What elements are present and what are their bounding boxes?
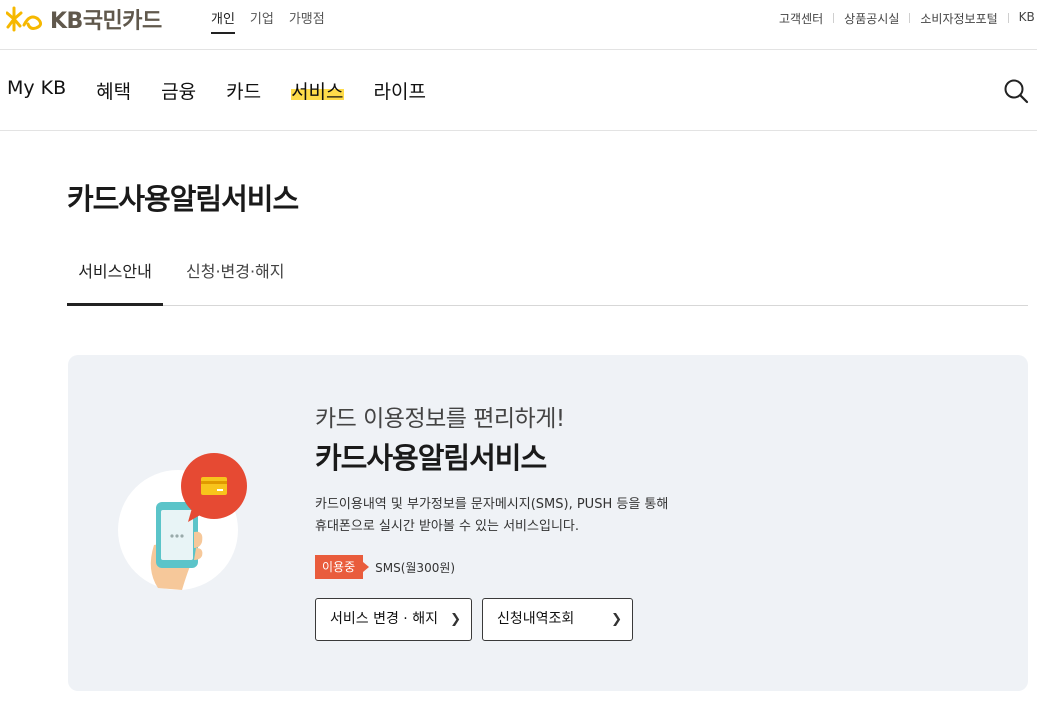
kb-logo[interactable]: KB국민카드 [6, 5, 162, 34]
card-description: 카드이용내역 및 부가정보를 문자메시지(SMS), PUSH 등을 통해 휴대… [315, 494, 668, 538]
gnb-item-benefits[interactable]: 혜택 [96, 77, 131, 104]
chevron-right-icon: ❯ [611, 612, 622, 627]
card-title: 카드사용알림서비스 [315, 441, 547, 475]
tab-apply-change-cancel[interactable]: 신청·변경·해지 [186, 261, 285, 306]
subscription-status: 이용중 SMS(월300원) [315, 555, 668, 579]
global-navigation: My KB 혜택 금융 카드 서비스 라이프 [0, 50, 1037, 131]
segment-tabs: 개인 기업 가맹점 [211, 8, 340, 34]
gnb-item-my-kb[interactable]: My KB [7, 77, 66, 104]
page-title: 카드사용알림서비스 [67, 182, 299, 216]
util-link-customer-center[interactable]: 고객센터 [779, 10, 823, 27]
util-link-product-disclosure[interactable]: 상품공시실 [844, 10, 899, 27]
segment-tab-personal[interactable]: 개인 [211, 8, 235, 34]
service-info-card: 카드 이용정보를 편리하게! 카드사용알림서비스 카드이용내역 및 부가정보를 … [68, 355, 1028, 691]
description-line: 휴대폰으로 실시간 받아볼 수 있는 서비스입니다. [315, 519, 579, 534]
status-badge: 이용중 [315, 555, 370, 579]
util-divider [833, 13, 835, 23]
gnb-item-finance[interactable]: 금융 [161, 77, 196, 104]
segment-tab-merchant[interactable]: 가맹점 [289, 8, 325, 34]
util-link-kb[interactable]: KB [1019, 10, 1035, 27]
phone-notification-illustration-icon [118, 453, 247, 590]
gnb-item-service[interactable]: 서비스 [291, 77, 344, 104]
util-link-consumer-portal[interactable]: 소비자정보포털 [920, 10, 997, 27]
gnb-menu: My KB 혜택 금융 카드 서비스 라이프 [7, 77, 456, 104]
gnb-item-life[interactable]: 라이프 [374, 77, 426, 104]
tab-service-guide[interactable]: 서비스안내 [67, 261, 163, 306]
application-history-button[interactable]: 신청내역조회 ❯ [482, 598, 633, 641]
search-icon[interactable] [1003, 78, 1029, 104]
kb-star-logo-icon [6, 6, 43, 32]
segment-tab-corporate[interactable]: 기업 [250, 8, 274, 34]
button-label: 서비스 변경 · 해지 [330, 611, 438, 627]
top-utility-bar: KB국민카드 개인 기업 가맹점 고객센터 상품공시실 소비자정보포털 KB [0, 0, 1037, 50]
button-label: 신청내역조회 [497, 611, 575, 627]
gnb-item-card[interactable]: 카드 [226, 77, 261, 104]
logo-text: KB국민카드 [50, 9, 162, 34]
utility-links: 고객센터 상품공시실 소비자정보포털 KB [779, 10, 1035, 27]
chevron-right-icon: ❯ [450, 612, 461, 627]
util-divider [1007, 13, 1009, 23]
change-cancel-service-button[interactable]: 서비스 변경 · 해지 ❯ [315, 598, 472, 641]
content-tabs: 서비스안내 신청·변경·해지 [67, 261, 1028, 306]
util-divider [909, 13, 911, 23]
description-line: 카드이용내역 및 부가정보를 문자메시지(SMS), PUSH 등을 통해 [315, 497, 669, 512]
card-content: 카드 이용정보를 편리하게! 카드사용알림서비스 카드이용내역 및 부가정보를 … [315, 399, 668, 641]
status-plan: SMS(월300원) [375, 560, 456, 575]
action-buttons: 서비스 변경 · 해지 ❯ 신청내역조회 ❯ [315, 598, 668, 641]
card-subtitle: 카드 이용정보를 편리하게! [315, 406, 565, 432]
